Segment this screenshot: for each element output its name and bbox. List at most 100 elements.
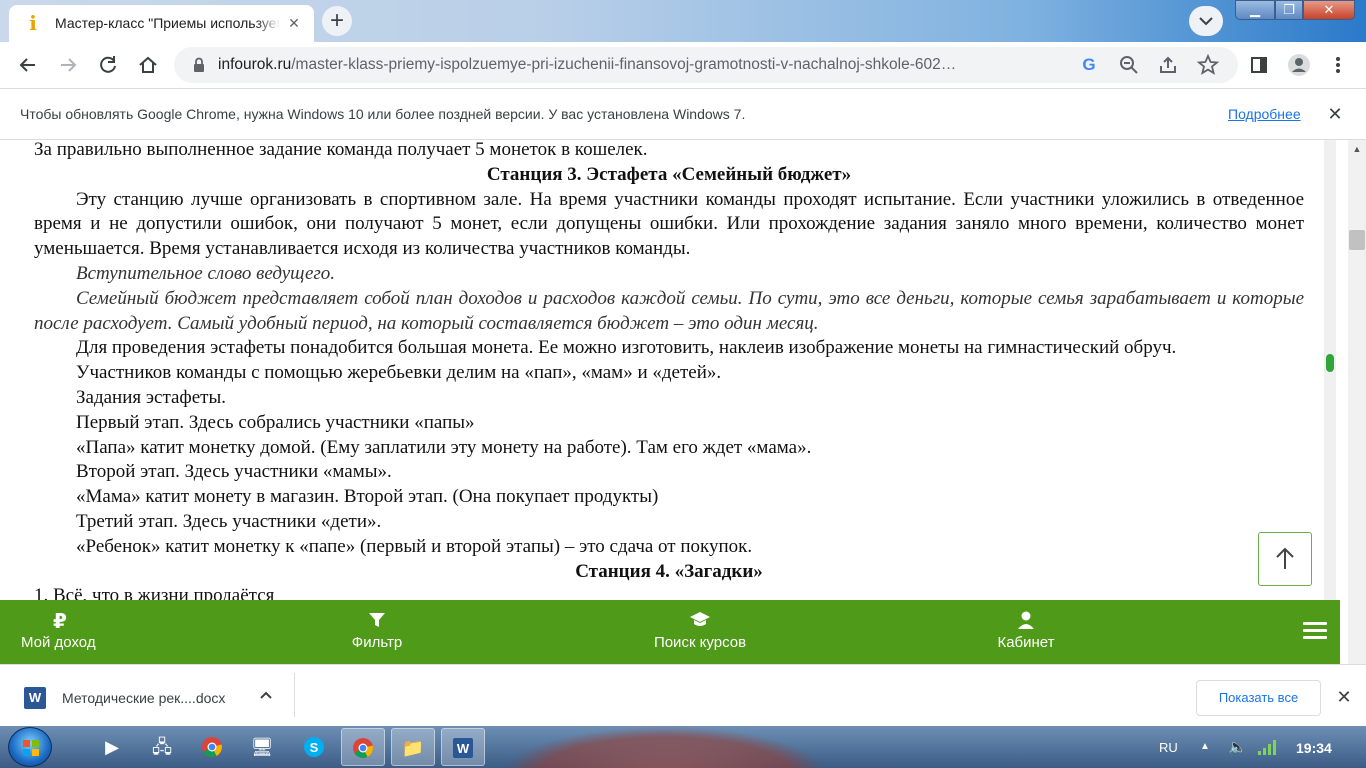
nav-label: Поиск курсов — [653, 634, 747, 651]
svg-text:W: W — [457, 741, 470, 756]
tab-close-icon[interactable]: ✕ — [285, 14, 303, 32]
tray-language[interactable]: RU — [1159, 740, 1178, 755]
scroll-to-top-button[interactable] — [1258, 532, 1312, 586]
tab-strip: i Мастер-класс "Приемы используемые при … — [0, 0, 1366, 42]
zoom-icon[interactable] — [1117, 53, 1141, 77]
tab-search-button[interactable] — [1189, 6, 1223, 36]
downloads-bar: W Методические рек....docx Показать все … — [0, 664, 1366, 726]
taskbar-chrome-icon[interactable] — [190, 728, 234, 766]
nav-cabinet[interactable]: Кабинет — [996, 610, 1056, 651]
infourok-favicon-icon: i — [29, 11, 37, 35]
infobar-close-icon[interactable]: ✕ — [1324, 103, 1346, 125]
tray-signal-icon[interactable] — [1257, 738, 1279, 756]
tab-title: Мастер-класс "Приемы используемые при из… — [55, 15, 280, 31]
chrome-menu-button[interactable] — [1323, 50, 1353, 80]
doc-heading: Станция 3. Эстафета «Семейный бюджет» — [486, 163, 852, 185]
taskbar-network-icon[interactable]: 🖧 — [140, 728, 184, 766]
kebab-menu-icon — [1336, 57, 1340, 73]
infobar-more-link[interactable]: Подробнее — [1228, 106, 1301, 122]
back-button[interactable] — [13, 50, 43, 80]
nav-label: Фильтр — [351, 634, 403, 651]
home-icon — [139, 56, 157, 73]
doc-paragraph: Первый этап. Здесь собрались участники «… — [76, 411, 475, 433]
window-maximize-button[interactable]: ❐ — [1275, 0, 1303, 20]
address-bar[interactable]: infourok.ru/master-klass-priemy-ispolzue… — [174, 47, 1238, 83]
graduation-cap-icon — [652, 610, 748, 634]
document-text: За правильно выполненное задание команда… — [34, 140, 1304, 609]
lock-icon[interactable] — [190, 56, 208, 74]
doc-paragraph: Третий этап. Здесь участники «дети». — [76, 510, 382, 532]
bookmark-star-icon[interactable] — [1196, 53, 1220, 77]
nav-my-income[interactable]: ₽ Мой доход — [21, 610, 96, 651]
arrow-right-icon — [61, 58, 77, 72]
start-button[interactable] — [8, 727, 52, 767]
window-close-button[interactable]: ✕ — [1303, 0, 1355, 20]
document-scrollbar-thumb[interactable] — [1326, 354, 1334, 372]
download-file-name[interactable]: Методические рек....docx — [62, 690, 225, 706]
profile-button[interactable] — [1284, 50, 1314, 80]
browser-toolbar: infourok.ru/master-klass-priemy-ispolzue… — [0, 42, 1366, 88]
window-minimize-button[interactable]: ▁ — [1235, 0, 1275, 20]
nav-filter[interactable]: Фильтр — [350, 610, 404, 651]
windows-logo-icon — [23, 740, 39, 756]
doc-paragraph: Второй этап. Здесь участники «мамы». — [76, 461, 392, 483]
forward-button[interactable] — [53, 50, 83, 80]
hamburger-menu-icon[interactable] — [1303, 622, 1327, 642]
profile-avatar-icon — [1288, 54, 1310, 76]
taskbar-chrome-active-icon[interactable] — [341, 728, 385, 766]
side-panel-icon — [1251, 57, 1267, 73]
taskbar-media-player-icon[interactable]: ▶ — [90, 728, 134, 766]
nav-course-search[interactable]: Поиск курсов — [652, 610, 748, 651]
page-scrollbar-thumb[interactable] — [1349, 230, 1365, 250]
svg-text:S: S — [310, 740, 319, 755]
doc-paragraph: Семейный бюджет представляет собой план … — [34, 287, 1304, 334]
nav-label: Кабинет — [997, 634, 1055, 651]
taskbar-skype-icon[interactable]: S — [292, 728, 336, 766]
show-all-downloads-button[interactable]: Показать все — [1196, 680, 1321, 716]
update-infobar: Чтобы обновлять Google Chrome, нужна Win… — [0, 88, 1366, 140]
downloads-close-icon[interactable]: ✕ — [1333, 687, 1355, 708]
arrow-up-icon — [1276, 547, 1294, 569]
share-icon[interactable] — [1156, 53, 1180, 77]
downloads-divider — [294, 673, 295, 717]
infobar-message: Чтобы обновлять Google Chrome, нужна Win… — [20, 106, 746, 122]
page-scrollbar[interactable] — [1348, 140, 1366, 664]
doc-paragraph: Задания эстафеты. — [76, 386, 226, 408]
tray-clock[interactable]: 19:34 — [1296, 740, 1332, 756]
google-translate-icon[interactable]: G — [1077, 53, 1101, 77]
doc-paragraph: Участников команды с помощью жеребьевки … — [76, 362, 722, 384]
side-panel-button[interactable] — [1244, 50, 1274, 80]
ruble-icon: ₽ — [53, 611, 67, 633]
scroll-up-arrow-icon[interactable]: ▲ — [1349, 144, 1365, 156]
filter-funnel-icon — [350, 610, 404, 634]
url-text[interactable]: infourok.ru/master-klass-priemy-ispolzue… — [218, 56, 1098, 74]
home-button[interactable] — [133, 50, 163, 80]
doc-paragraph: За правильно выполненное задание команда… — [34, 140, 648, 160]
chevron-down-icon — [1199, 17, 1213, 26]
doc-heading: Станция 4. «Загадки» — [575, 560, 763, 582]
user-icon — [996, 610, 1056, 634]
tray-volume-icon[interactable]: 🔈 — [1228, 738, 1247, 756]
doc-paragraph: Эту станцию лучше организовать в спортив… — [34, 188, 1304, 260]
word-document-icon: W — [24, 687, 46, 709]
site-bottom-nav: ₽ Мой доход Фильтр Поиск курсов Кабинет — [0, 600, 1340, 664]
reload-icon — [100, 56, 116, 73]
taskbar-word-icon[interactable]: W — [441, 728, 485, 766]
reload-button[interactable] — [93, 50, 123, 80]
taskbar-explorer-icon[interactable]: 📁 — [391, 728, 435, 766]
tray-show-hidden-icon[interactable]: ▲ — [1200, 741, 1210, 752]
wallpaper-glimpse — [500, 726, 830, 768]
doc-paragraph: Вступительное слово ведущего. — [76, 262, 336, 284]
page-content: За правильно выполненное задание команда… — [0, 140, 1366, 664]
windows-taskbar: ▶ 🖧 🖥 S 📁 W RU ▲ 🔈 19:34 — [0, 726, 1366, 768]
nav-label: Мой доход — [21, 634, 96, 651]
browser-tab[interactable]: i Мастер-класс "Приемы используемые при … — [9, 5, 314, 42]
taskbar-terminal-icon[interactable]: 🖥 — [240, 728, 284, 766]
doc-paragraph: «Ребенок» катит монетку к «папе» (первый… — [76, 535, 753, 557]
doc-paragraph: «Мама» катит монету в магазин. Второй эт… — [76, 486, 659, 508]
doc-paragraph: Для проведения эстафеты понадобится боль… — [76, 337, 1177, 359]
chevron-up-icon[interactable] — [258, 687, 274, 706]
doc-paragraph: «Папа» катит монетку домой. (Ему заплати… — [76, 436, 812, 458]
new-tab-button[interactable]: + — [322, 6, 352, 36]
arrow-left-icon — [19, 58, 35, 72]
